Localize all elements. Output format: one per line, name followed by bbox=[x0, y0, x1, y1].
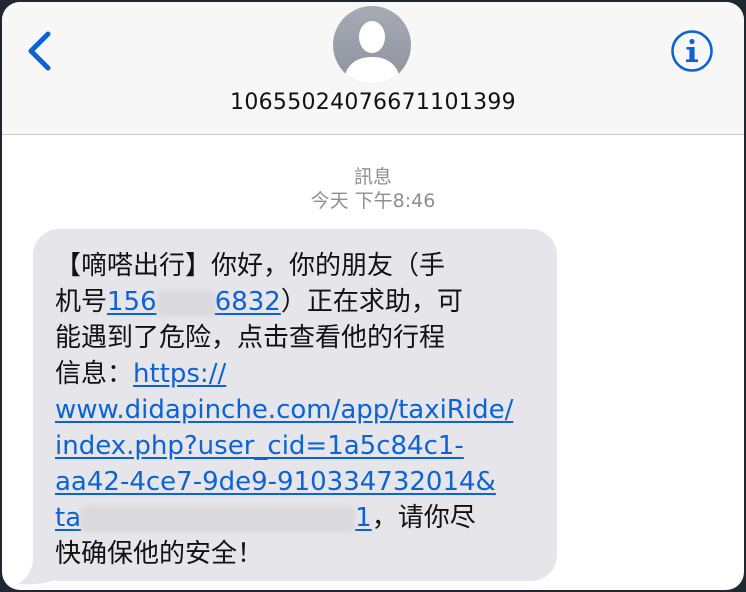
phone-number-end: 6832 bbox=[214, 287, 281, 317]
phone-number-start: 156 bbox=[107, 287, 157, 317]
url-link-part[interactable]: index.php?user_cid=1a5c84c1- bbox=[55, 428, 464, 464]
service-label: 訊息 bbox=[353, 166, 392, 188]
message-timestamp: 今天 下午8:46 bbox=[310, 190, 436, 212]
chevron-left-icon bbox=[28, 31, 51, 71]
url-link-part[interactable]: aa42-4ce7-9de9-910334732014& bbox=[55, 464, 496, 500]
info-button[interactable] bbox=[670, 29, 714, 73]
phone-number-link[interactable]: 156 6832 bbox=[107, 287, 281, 317]
person-silhouette-icon bbox=[343, 21, 401, 84]
url-link-part[interactable]: www.didapinche.com/app/taxiRide/ bbox=[55, 392, 513, 428]
message-line: 快确保他的安全！ bbox=[55, 539, 264, 569]
info-icon bbox=[671, 30, 713, 72]
redaction-blur bbox=[81, 505, 356, 532]
contact-avatar-icon[interactable] bbox=[333, 6, 411, 84]
conversation-header: 10655024076671101399 bbox=[2, 2, 744, 135]
message-line: 信息：https:// bbox=[55, 356, 226, 392]
message-line: ta 1，请你尽 bbox=[55, 500, 476, 536]
url-fragment: ta bbox=[55, 503, 82, 533]
message-text-fragment: 信息： bbox=[55, 359, 134, 389]
url-link-part[interactable]: ta 1 bbox=[55, 503, 372, 533]
message-line: 【嘀嗒出行】你好，你的朋友（手 bbox=[55, 251, 446, 281]
message-text-fragment: ，请你尽 bbox=[371, 503, 476, 533]
message-text-fragment: 机号 bbox=[55, 287, 108, 317]
sender-number[interactable]: 10655024076671101399 bbox=[2, 90, 744, 115]
redaction-blur bbox=[156, 289, 215, 316]
message-line: 机号156 6832）正在求助，可 bbox=[55, 284, 463, 320]
message-line: 能遇到了危险，点击查看他的行程 bbox=[55, 323, 446, 353]
back-button[interactable] bbox=[22, 28, 62, 74]
url-fragment: 1 bbox=[355, 503, 372, 533]
url-link-part[interactable]: https:// bbox=[133, 359, 226, 389]
message-text-fragment: ）正在求助，可 bbox=[280, 287, 463, 317]
screen: 10655024076671101399 訊息 今天 下午8:46 【嘀嗒出行】… bbox=[2, 2, 744, 590]
